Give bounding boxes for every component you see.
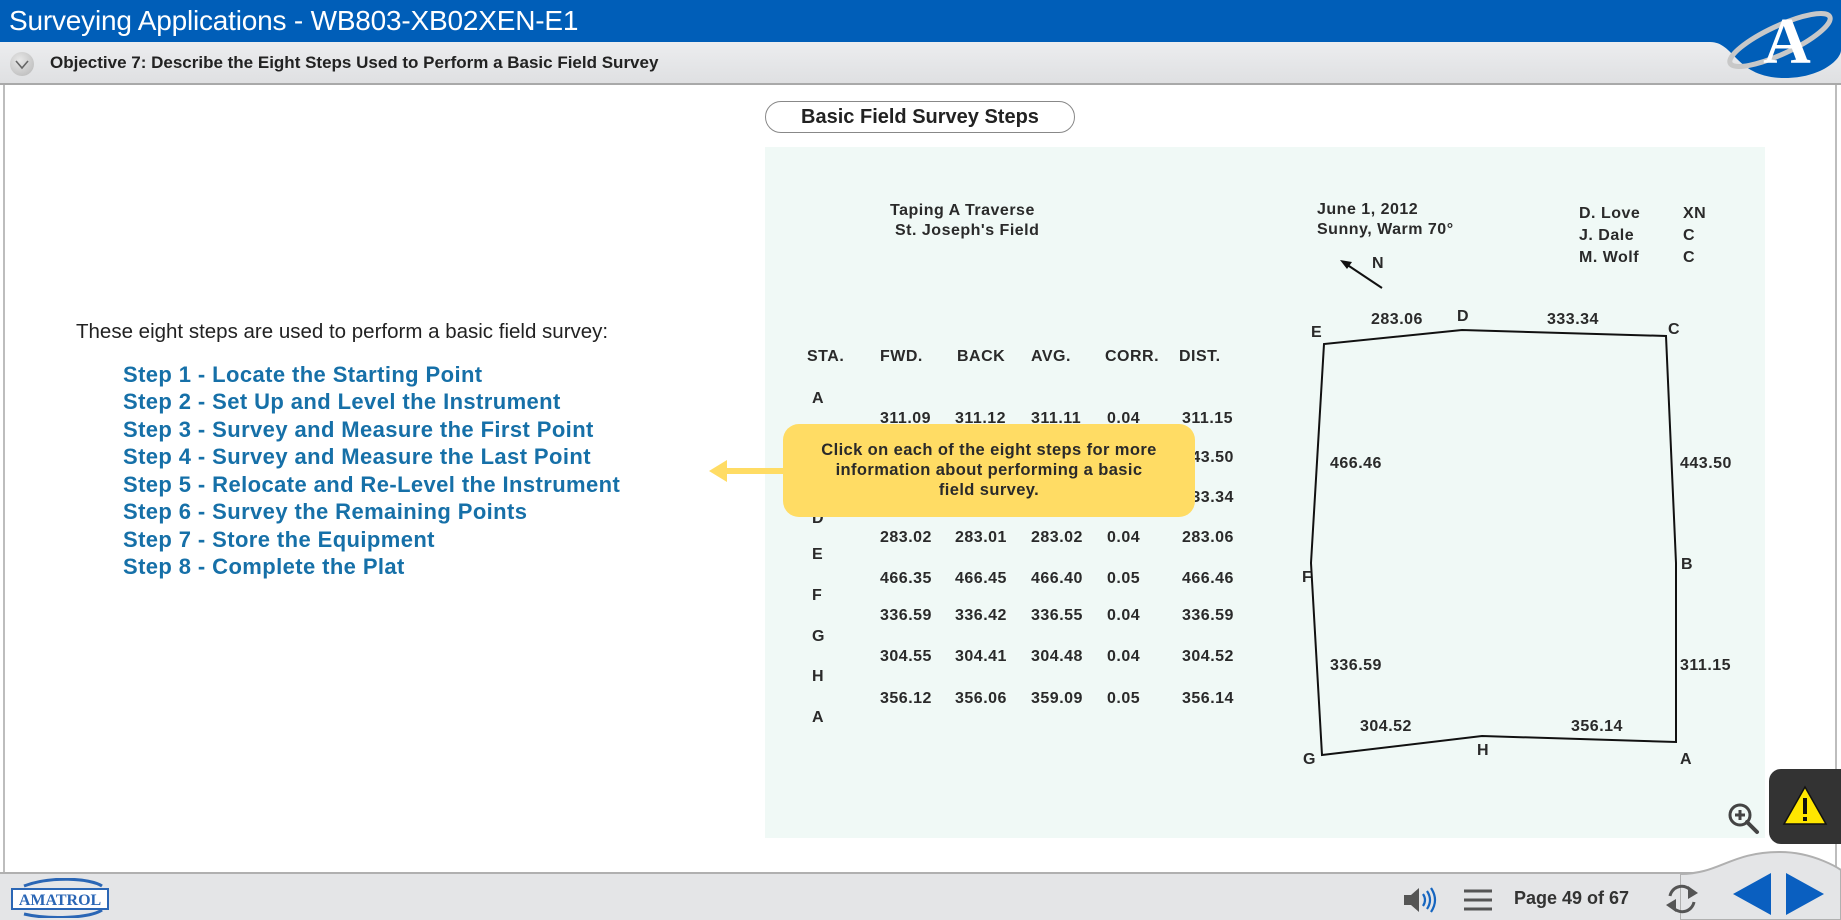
- column-header: FWD.: [880, 348, 923, 365]
- step-6-link[interactable]: Step 6 - Survey the Remaining Points: [123, 499, 527, 525]
- intro-text: These eight steps are used to perform a …: [76, 320, 609, 343]
- station-label: G: [812, 628, 825, 645]
- amatrol-logo: AMATROL: [11, 878, 109, 918]
- step-7-link[interactable]: Step 7 - Store the Equipment: [123, 527, 435, 553]
- table-cell: 0.04: [1107, 607, 1141, 624]
- column-header: BACK: [957, 348, 1006, 365]
- callout-line: field survey.: [938, 481, 1040, 499]
- table-cell: 304.41: [955, 648, 1007, 665]
- app-title: Surveying Applications - WB803-XB02XEN-E…: [9, 5, 579, 36]
- survey-date: June 1, 2012: [1317, 201, 1419, 218]
- column-header: STA.: [807, 348, 845, 365]
- audio-icon[interactable]: [1402, 884, 1438, 916]
- callout-line: Click on each of the eight steps for mor…: [821, 441, 1157, 459]
- objective-chevron-button[interactable]: [10, 52, 34, 76]
- station-label: F: [812, 587, 823, 604]
- fieldbook-heading-1: Taping A Traverse: [890, 202, 1035, 219]
- leg-distance-label: 333.34: [1547, 311, 1599, 328]
- leg-distance-label: 466.46: [1330, 455, 1382, 472]
- crew-role: C: [1683, 249, 1696, 266]
- objective-title: Objective 7: Describe the Eight Steps Us…: [50, 53, 659, 72]
- station-label: H: [812, 668, 825, 685]
- warning-button[interactable]: [1769, 769, 1841, 844]
- crew-name: D. Love: [1579, 205, 1641, 222]
- step-8-link[interactable]: Step 8 - Complete the Plat: [123, 554, 405, 580]
- leg-distance-label: 304.52: [1360, 718, 1412, 735]
- leg-distance-label: 283.06: [1371, 311, 1423, 328]
- svg-text:A: A: [1763, 5, 1811, 78]
- table-cell: 336.59: [1182, 607, 1234, 624]
- table-cell: 466.40: [1031, 570, 1083, 587]
- callout-arrow-icon: [709, 460, 785, 482]
- column-header: AVG.: [1031, 348, 1071, 365]
- step-1-link[interactable]: Step 1 - Locate the Starting Point: [123, 362, 483, 388]
- svg-text:AMATROL: AMATROL: [19, 892, 101, 909]
- step-4-link[interactable]: Step 4 - Survey and Measure the Last Poi…: [123, 444, 591, 470]
- warning-icon: [1782, 785, 1828, 825]
- survey-weather: Sunny, Warm 70°: [1317, 221, 1454, 238]
- step-2-link[interactable]: Step 2 - Set Up and Level the Instrument: [123, 389, 561, 415]
- amatrol-a-logo: A: [1690, 0, 1841, 78]
- leg-distance-label: 336.59: [1330, 657, 1382, 674]
- station-point-label: C: [1668, 321, 1681, 338]
- station-point-label: F: [1302, 569, 1313, 586]
- table-cell: 304.52: [1182, 648, 1234, 665]
- table-cell: 356.06: [955, 690, 1007, 707]
- table-cell: 359.09: [1031, 690, 1083, 707]
- previous-page-button[interactable]: [1731, 870, 1775, 918]
- table-cell: 466.35: [880, 570, 932, 587]
- table-cell: 304.55: [880, 648, 932, 665]
- table-cell: 283.02: [880, 529, 932, 546]
- table-cell: 0.05: [1107, 690, 1141, 707]
- next-page-button[interactable]: [1784, 870, 1828, 918]
- crew-name: J. Dale: [1579, 227, 1635, 244]
- table-cell: 356.14: [1182, 690, 1234, 707]
- station-label: A: [812, 390, 825, 407]
- station-point-label: G: [1303, 751, 1316, 768]
- step-5-link[interactable]: Step 5 - Relocate and Re-Level the Instr…: [123, 472, 620, 498]
- column-header: CORR.: [1105, 348, 1160, 365]
- table-cell: 283.01: [955, 529, 1007, 546]
- crew-role: C: [1683, 227, 1696, 244]
- station-point-label: D: [1457, 308, 1470, 325]
- table-cell: 0.04: [1107, 529, 1141, 546]
- fieldbook-heading-2: St. Joseph's Field: [895, 222, 1040, 239]
- section-title: Basic Field Survey Steps: [765, 101, 1075, 133]
- leg-distance-label: 443.50: [1680, 455, 1732, 472]
- menu-icon[interactable]: [1463, 887, 1493, 913]
- table-cell: 0.04: [1107, 648, 1141, 665]
- page-indicator: Page 49 of 67: [1514, 888, 1630, 908]
- table-cell: 0.05: [1107, 570, 1141, 587]
- crew-role: XN: [1683, 205, 1707, 222]
- station-point-label: H: [1477, 742, 1490, 759]
- table-cell: 466.45: [955, 570, 1007, 587]
- station-label: E: [812, 546, 824, 563]
- chevron-down-icon: [15, 60, 29, 70]
- step-3-link[interactable]: Step 3 - Survey and Measure the First Po…: [123, 417, 594, 443]
- table-cell: 356.12: [880, 690, 932, 707]
- table-cell: 336.59: [880, 607, 932, 624]
- table-cell: 311.15: [1182, 410, 1234, 427]
- column-header: DIST.: [1179, 348, 1221, 365]
- north-label: N: [1372, 255, 1385, 272]
- station-point-label: A: [1680, 751, 1693, 768]
- zoom-in-icon[interactable]: [1727, 802, 1761, 836]
- leg-distance-label: 311.15: [1680, 657, 1732, 674]
- crew-name: M. Wolf: [1579, 249, 1640, 266]
- station-point-label: E: [1311, 324, 1323, 341]
- table-cell: 336.42: [955, 607, 1007, 624]
- table-cell: 466.46: [1182, 570, 1234, 587]
- table-cell: 283.02: [1031, 529, 1083, 546]
- callout-line: information about performing a basic: [835, 461, 1143, 479]
- station-label: A: [812, 709, 825, 726]
- table-cell: 336.55: [1031, 607, 1083, 624]
- station-point-label: B: [1681, 556, 1694, 573]
- leg-distance-label: 356.14: [1571, 718, 1623, 735]
- refresh-icon[interactable]: [1662, 880, 1702, 918]
- table-cell: 304.48: [1031, 648, 1083, 665]
- table-cell: 283.06: [1182, 529, 1234, 546]
- instruction-callout: Click on each of the eight steps for mor…: [783, 424, 1195, 517]
